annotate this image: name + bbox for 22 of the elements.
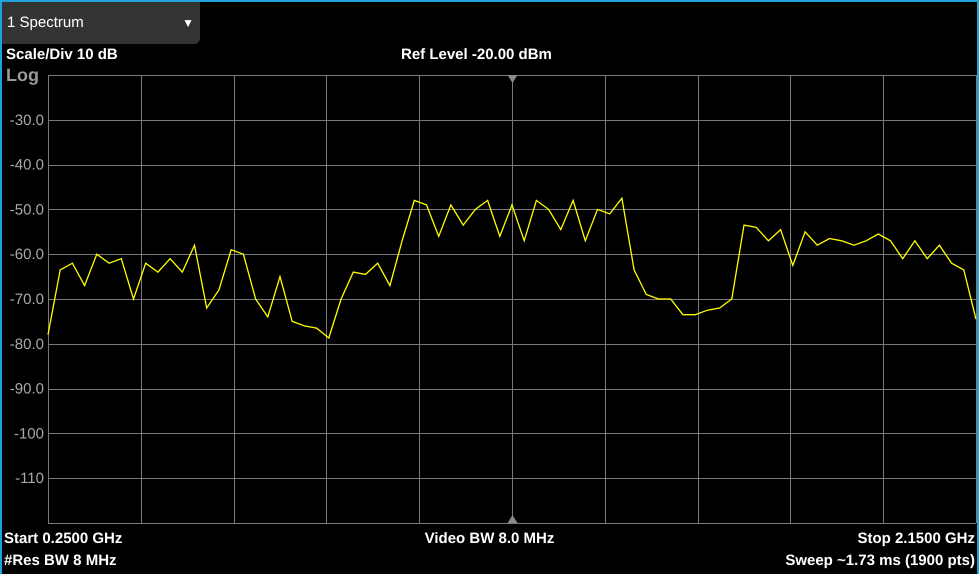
y-tick-label: -70.0 bbox=[10, 291, 44, 308]
y-tick-label: -80.0 bbox=[10, 336, 44, 353]
marker-icon bbox=[508, 75, 518, 83]
resolution-bandwidth-label: #Res BW 8 MHz bbox=[4, 551, 117, 571]
video-bandwidth-label: Video BW 8.0 MHz bbox=[424, 529, 554, 549]
caret-icon: ▼ bbox=[182, 14, 194, 32]
scale-type-label: Log bbox=[6, 66, 39, 85]
stop-frequency-label: Stop 2.1500 GHz bbox=[856, 529, 975, 549]
y-tick-label: -60.0 bbox=[10, 246, 44, 264]
y-tick-label: -30.0 bbox=[10, 112, 44, 129]
trace-dropdown[interactable]: 1 Spectrum ▼ bbox=[2, 2, 200, 44]
y-tick-label: -90.0 bbox=[10, 380, 44, 398]
scale-label: Scale/Div 10 dB bbox=[6, 45, 119, 65]
dropdown-label: 1 Spectrum bbox=[7, 12, 84, 33]
sweep-label: Sweep ~1.73 ms (1900 pts) bbox=[785, 551, 975, 571]
start-frequency-label: Start 0.2500 GHz bbox=[4, 529, 124, 549]
y-tick-label: -40.0 bbox=[10, 156, 44, 174]
y-tick-label: -50.0 bbox=[10, 201, 44, 218]
marker-icon bbox=[508, 515, 518, 523]
ref-level-label: Ref Level -20.00 dBm bbox=[401, 45, 552, 65]
y-tick-label: -100 bbox=[14, 425, 44, 442]
y-tick-label: -110 bbox=[15, 470, 44, 488]
